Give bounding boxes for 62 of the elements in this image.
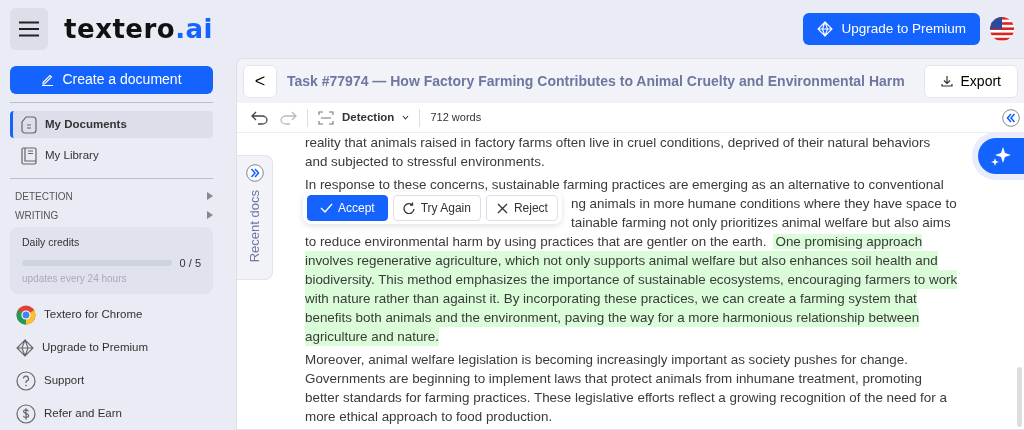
credits-label: Daily credits bbox=[22, 234, 81, 250]
chrome-icon bbox=[16, 304, 36, 325]
document-icon bbox=[21, 115, 37, 134]
text-line: reality that animals raised in factory farms often live in cruel conditions, deprived of their natural behaviors bbox=[305, 134, 931, 152]
book-icon bbox=[21, 147, 37, 166]
expand-icon bbox=[245, 164, 264, 182]
sidebar-link[interactable]: Support bbox=[10, 364, 213, 397]
text-line: to reduce environmental harm by using practices that are gentler on the earth. bbox=[305, 234, 767, 249]
text-line: better standards for farming practices. These legislative efforts reflect a growing recognition of the need for a bbox=[305, 389, 947, 407]
highlighted-text: biodiversity. This method emphasizes the importance of sustainable ecosystems, encouraging farmers to work bbox=[305, 270, 958, 289]
pencil-icon bbox=[41, 73, 55, 87]
upgrade-button[interactable]: Upgrade to Premium bbox=[803, 13, 980, 45]
scan-icon bbox=[318, 110, 334, 125]
highlighted-text: agriculture and nature. bbox=[305, 327, 439, 346]
sparkle-icon bbox=[990, 145, 1012, 167]
refresh-icon bbox=[402, 202, 416, 214]
check-icon bbox=[320, 202, 333, 214]
dollar-icon bbox=[16, 403, 36, 424]
caret-down-icon bbox=[402, 115, 410, 120]
credits-count: 0 / 5 bbox=[179, 255, 201, 271]
text-line: Moreover, animal welfare legislation is becoming increasingly important as society pushes for change. bbox=[305, 351, 908, 369]
create-document-button[interactable]: Create a document bbox=[10, 66, 213, 94]
section-label[interactable]: WRITING bbox=[15, 207, 59, 223]
download-icon bbox=[940, 75, 953, 87]
caret-right-icon bbox=[207, 211, 213, 220]
highlighted-text: benefits both animals and the environment, paving the way for a more harmonious relationship between bbox=[305, 308, 920, 327]
text-line: In response to these concerns, sustainable farming practices are emerging as an alternative to conventional bbox=[305, 176, 944, 194]
undo-icon[interactable] bbox=[251, 110, 269, 125]
flag-icon[interactable] bbox=[990, 17, 1014, 41]
back-button[interactable]: < bbox=[243, 64, 277, 98]
sidebar-item[interactable]: My Documents bbox=[10, 110, 213, 139]
text-line: ng animals in more humane conditions where they have space to bbox=[571, 195, 957, 213]
highlighted-text: involves regenerative agriculture, which not only supports animal welfare but also enhances soil health and bbox=[305, 251, 938, 270]
help-icon bbox=[16, 370, 36, 391]
menu-icon bbox=[18, 21, 41, 37]
collapse-icon[interactable] bbox=[1002, 109, 1020, 127]
reject-button[interactable]: Reject bbox=[485, 195, 558, 221]
sidebar-link[interactable]: Textero for Chrome bbox=[10, 298, 213, 331]
caret-right-icon bbox=[207, 192, 213, 201]
sidebar-link[interactable]: Refer and Earn bbox=[10, 397, 213, 430]
document-title: Task #77974 — How Factory Farming Contributes to Animal Cruelty and Environmental Harm bbox=[287, 71, 906, 91]
export-button[interactable]: Export bbox=[923, 64, 1018, 98]
menu-button[interactable] bbox=[10, 8, 49, 50]
section-label[interactable]: DETECTION bbox=[15, 188, 73, 204]
detection-dropdown[interactable]: Detection bbox=[318, 108, 410, 127]
accept-button[interactable]: Accept bbox=[307, 195, 388, 221]
highlighted-text: One promising approach bbox=[772, 234, 923, 249]
retry-button[interactable]: Try Again bbox=[392, 195, 481, 221]
sidebar-link[interactable]: Upgrade to Premium bbox=[10, 331, 213, 364]
text-line: and subjected to stressful environments. bbox=[305, 153, 545, 171]
sidebar-item[interactable]: My Library bbox=[10, 142, 213, 170]
diamond-icon bbox=[16, 338, 34, 357]
recent-docs-tab[interactable]: Recent docs bbox=[237, 155, 273, 280]
text-line: tainable farming not only prioritizes animal welfare but also aims bbox=[571, 214, 951, 232]
close-icon bbox=[495, 202, 509, 214]
logo: textero.ai bbox=[64, 12, 213, 46]
highlighted-text: with nature rather than against it. By incorporating these practices, we can create a farming system that bbox=[305, 289, 917, 308]
text-line: more ethical approach to food production. bbox=[305, 408, 553, 426]
word-count: 712 words bbox=[430, 110, 482, 126]
scrollbar[interactable] bbox=[1017, 367, 1022, 427]
diamond-icon bbox=[817, 21, 834, 37]
text-line: Governments are beginning to implement laws that protect animals from inhumane treatment, promoting bbox=[305, 370, 922, 388]
